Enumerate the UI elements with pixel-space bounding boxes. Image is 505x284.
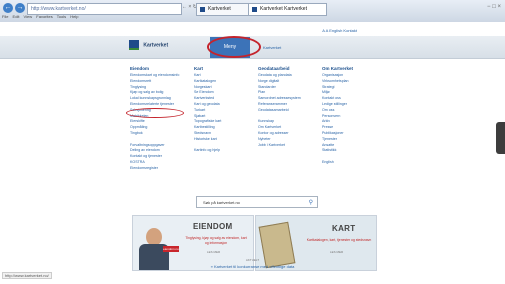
item-highlight-ring (126, 108, 184, 118)
menu-column-heading[interactable]: Kart (194, 66, 258, 72)
banner-desc: Tinglysing, kjøp og salg av eiendom, kar… (185, 236, 247, 245)
logo-text: Kartverket (143, 42, 169, 49)
menu-column-kart: Kart Kart Kartkatalogen Norgeskart Se Eiendo… (194, 66, 258, 154)
banner-kart[interactable]: KART Kartkatalogen, kart, tjenester og s… (255, 215, 377, 271)
address-tools[interactable]: ← × ↻ (182, 4, 197, 10)
browser-menubar[interactable]: File Edit View Favorites Tools Help (2, 14, 78, 19)
menu-column-eiendom: Eiendom Eiendomskart og eiendomsinfo Eiend… (130, 66, 194, 172)
forward-icon[interactable]: → (15, 3, 25, 13)
feedback-side-tab[interactable] (496, 122, 505, 154)
header-link[interactable]: Kartverket (263, 45, 281, 50)
top-links[interactable]: A A English Kontakt (322, 28, 357, 33)
search-icon[interactable]: ⚲ (309, 197, 313, 209)
eiendom-badge: eiendom.no (163, 246, 179, 252)
web-page: A A English Kontakt Kartverket Meny Kart… (0, 22, 505, 284)
tab-label: Kartverket (208, 6, 231, 12)
banner-more-link[interactable]: LES MER (207, 250, 220, 254)
news-link[interactable]: » Kartverket til konkurranse med offentl… (0, 264, 505, 269)
menu-column-heading[interactable]: Eiendom (130, 66, 194, 72)
menu-column-heading[interactable]: Geodataarbeid (258, 66, 322, 72)
search-input[interactable]: Søk på kartverket.no ⚲ (196, 196, 318, 208)
banner-desc: Kartkatalogen, kart, tjenester og stedsn… (306, 238, 372, 242)
tab-label: Kartverket Kartverket (260, 6, 307, 12)
menu-link[interactable]: Kartinfo og hjelp (194, 148, 258, 154)
back-icon[interactable]: ← (3, 3, 13, 13)
kartverket-favicon-icon (252, 7, 257, 12)
browser-chrome: ← → http://www.kartverket.no/ ← × ↻ Kart… (0, 0, 505, 23)
browser-tab-2[interactable]: Kartverket Kartverket (248, 3, 327, 16)
menu-column-om-kartverket: Om Kartverket Organisasjon Virksomhetsplan… (322, 66, 386, 166)
menu-highlight-ring (207, 36, 261, 58)
search-placeholder: Søk på kartverket.no (203, 200, 240, 205)
window-controls[interactable]: − □ × (487, 4, 501, 10)
banner-more-link[interactable]: LES MER (330, 250, 343, 254)
kartverket-logo-icon (129, 40, 139, 50)
status-bar: http://www.kartverket.no/ (2, 272, 52, 279)
banner-title: EIENDOM (193, 222, 233, 231)
menu-column-heading[interactable]: Om Kartverket (322, 66, 386, 72)
kartverket-favicon-icon (200, 7, 205, 12)
site-header: Kartverket Meny Kartverket (0, 36, 505, 59)
menu-link[interactable]: English (322, 160, 386, 166)
banner-title: KART (332, 224, 356, 233)
menu-link[interactable]: Eiendomsregister (130, 166, 194, 172)
menu-link[interactable]: Jobb i Kartverket (258, 143, 322, 149)
top-strip: A A English Kontakt (0, 22, 505, 36)
banner-eiendom[interactable]: eiendom.no EIENDOM Tinglysing, kjøp og s… (132, 215, 254, 271)
site-logo[interactable]: Kartverket (129, 40, 168, 50)
menu-column-geodataarbeid: Geodataarbeid Geodata og plandata Norge di… (258, 66, 322, 148)
news-heading: AKTUELT (245, 258, 260, 262)
